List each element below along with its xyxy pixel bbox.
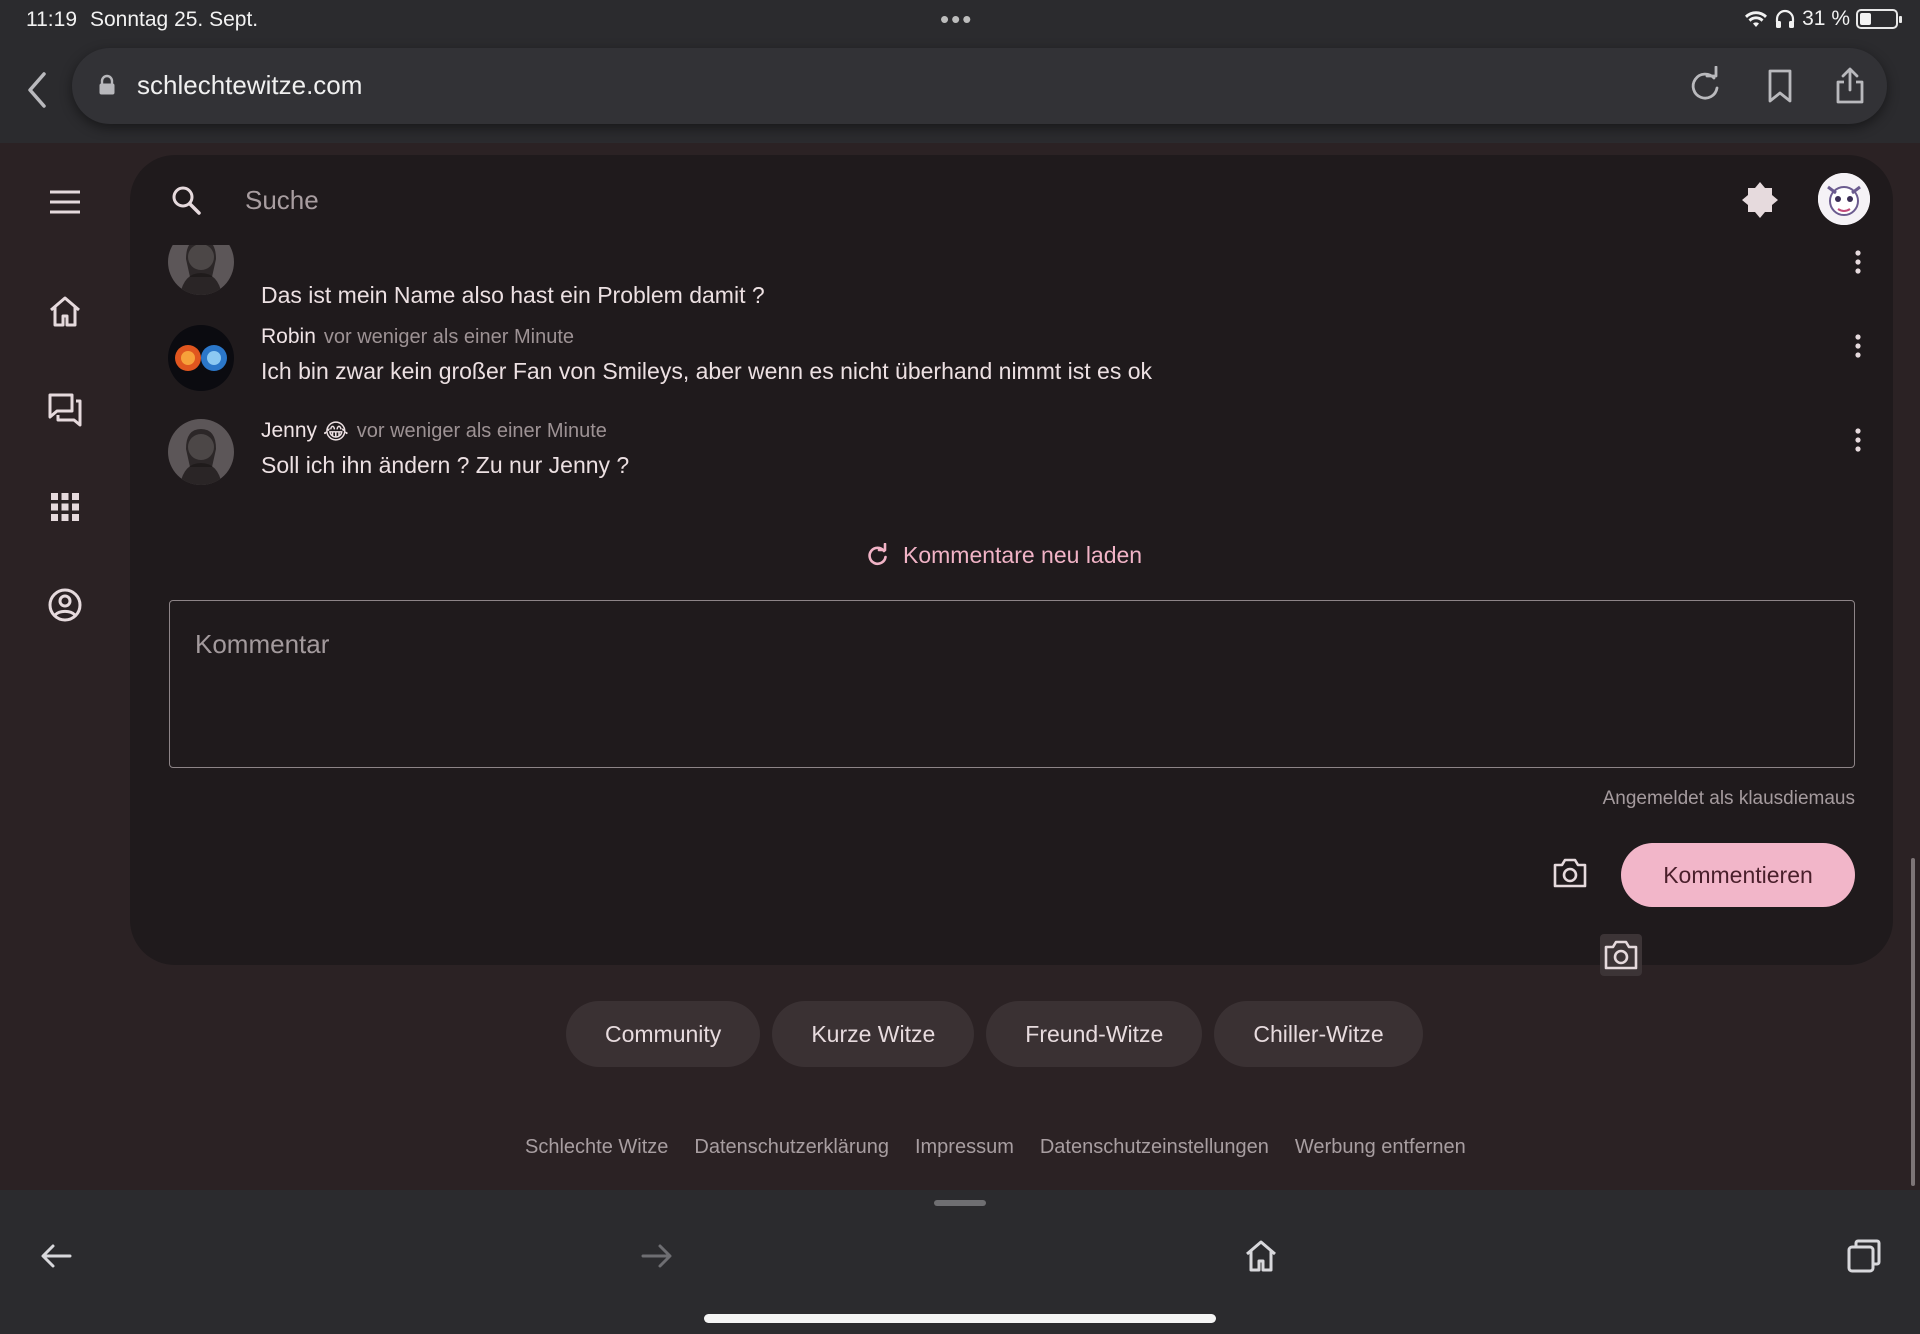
home-icon[interactable] bbox=[45, 292, 85, 332]
bookmark-icon[interactable] bbox=[1760, 66, 1800, 106]
chip-community[interactable]: Community bbox=[566, 1001, 761, 1067]
forward-arrow-icon[interactable] bbox=[637, 1236, 677, 1276]
reload-comments-label: Kommentare neu laden bbox=[903, 541, 1143, 568]
comment-text: Soll ich ihn ändern ? Zu nur Jenny ? bbox=[261, 452, 630, 478]
address-bar[interactable]: schlechtewitze.com bbox=[72, 48, 1887, 124]
scrollbar[interactable] bbox=[1911, 858, 1915, 1186]
comments-card: Das ist mein Name also hast ein Problem … bbox=[130, 245, 1893, 965]
sheet-grabber[interactable] bbox=[934, 1200, 986, 1206]
camera-icon[interactable] bbox=[1550, 853, 1590, 893]
comment-input[interactable] bbox=[170, 601, 1854, 767]
back-icon[interactable] bbox=[22, 68, 52, 112]
footer-link-schlechte-witze[interactable]: Schlechte Witze bbox=[525, 1136, 668, 1159]
status-time: 11:19 bbox=[26, 8, 77, 31]
footer-links: Schlechte Witze Datenschutzerklärung Imp… bbox=[525, 1136, 1466, 1159]
forum-icon[interactable] bbox=[45, 390, 85, 430]
chip-kurze-witze[interactable]: Kurze Witze bbox=[772, 1001, 975, 1067]
brightness-icon[interactable] bbox=[1740, 180, 1780, 220]
footer-link-impressum[interactable]: Impressum bbox=[915, 1136, 1014, 1159]
more-vert-icon[interactable] bbox=[1848, 247, 1868, 277]
share-icon[interactable] bbox=[1830, 66, 1870, 106]
search-bar bbox=[130, 155, 1893, 245]
comment-meta: Jenny 😂 vor weniger als einer Minute bbox=[261, 419, 607, 445]
search-icon[interactable] bbox=[170, 184, 202, 216]
reload-comments-button[interactable]: Kommentare neu laden bbox=[865, 535, 1142, 575]
home-indicator[interactable] bbox=[704, 1314, 1216, 1323]
account-icon[interactable] bbox=[45, 585, 85, 625]
status-date: Sonntag 25. Sept. bbox=[90, 8, 259, 31]
chip-chiller-witze[interactable]: Chiller-Witze bbox=[1214, 1001, 1423, 1067]
apps-icon[interactable] bbox=[45, 487, 85, 527]
submit-comment-button[interactable]: Kommentieren bbox=[1621, 843, 1855, 907]
browser-bottom-bar bbox=[0, 1190, 1920, 1334]
more-vert-icon[interactable] bbox=[1848, 331, 1868, 361]
footer-link-werbung[interactable]: Werbung entfernen bbox=[1295, 1136, 1466, 1159]
status-right: 31 % bbox=[1744, 7, 1902, 31]
reload-icon[interactable] bbox=[1685, 66, 1725, 106]
wifi-icon bbox=[1745, 11, 1768, 27]
comment-avatar[interactable] bbox=[168, 325, 234, 391]
headphones-icon bbox=[1776, 9, 1795, 28]
home-icon[interactable] bbox=[1241, 1236, 1281, 1276]
search-input[interactable] bbox=[245, 177, 1245, 223]
browser-toolbar: schlechtewitze.com bbox=[0, 40, 1920, 143]
refresh-icon bbox=[868, 543, 887, 566]
comment-avatar[interactable] bbox=[168, 419, 234, 485]
navigation-rail bbox=[0, 143, 130, 1190]
multitasking-dots[interactable]: ••• bbox=[940, 4, 973, 35]
comment-time: vor weniger als einer Minute bbox=[356, 420, 607, 442]
url-text[interactable]: schlechtewitze.com bbox=[137, 70, 362, 101]
laughing-emoji: 😂 bbox=[323, 419, 349, 444]
tabs-icon[interactable] bbox=[1844, 1236, 1884, 1276]
comment-text: Das ist mein Name also hast ein Problem … bbox=[261, 282, 765, 308]
comment-field[interactable] bbox=[169, 600, 1855, 768]
footer-link-datenschutz[interactable]: Datenschutzerklärung bbox=[694, 1136, 889, 1159]
chip-freund-witze[interactable]: Freund-Witze bbox=[986, 1001, 1203, 1067]
comment-meta: Robin vor weniger als einer Minute bbox=[261, 325, 574, 349]
back-arrow-icon[interactable] bbox=[36, 1236, 76, 1276]
battery-icon bbox=[1856, 9, 1902, 29]
category-chips: Community Kurze Witze Freund-Witze Chill… bbox=[566, 1001, 1423, 1067]
comment-item: Jenny 😂 vor weniger als einer Minute Soll … bbox=[168, 419, 1868, 499]
web-page: Das ist mein Name also hast ein Problem … bbox=[0, 143, 1920, 1190]
lock-icon bbox=[99, 74, 115, 95]
menu-icon[interactable] bbox=[45, 182, 85, 222]
comment-author[interactable]: Robin bbox=[261, 325, 316, 348]
status-bar: 11:19 Sonntag 25. Sept. ••• 31 % bbox=[0, 0, 1920, 40]
battery-percent: 31 % bbox=[1802, 7, 1850, 30]
camera-tooltip bbox=[1600, 934, 1642, 976]
comment-author[interactable]: Jenny bbox=[261, 419, 317, 442]
comment-item: Robin vor weniger als einer Minute Ich bi… bbox=[168, 325, 1868, 405]
more-vert-icon[interactable] bbox=[1848, 425, 1868, 455]
user-avatar[interactable] bbox=[1818, 173, 1870, 225]
comment-text: Ich bin zwar kein großer Fan von Smileys… bbox=[261, 358, 1153, 384]
footer-link-datenschutzeinstellungen[interactable]: Datenschutzeinstellungen bbox=[1040, 1136, 1269, 1159]
camera-icon bbox=[1604, 940, 1638, 970]
signed-in-hint: Angemeldet als klausdiemaus bbox=[1602, 788, 1855, 809]
comment-time: vor weniger als einer Minute bbox=[323, 326, 574, 348]
